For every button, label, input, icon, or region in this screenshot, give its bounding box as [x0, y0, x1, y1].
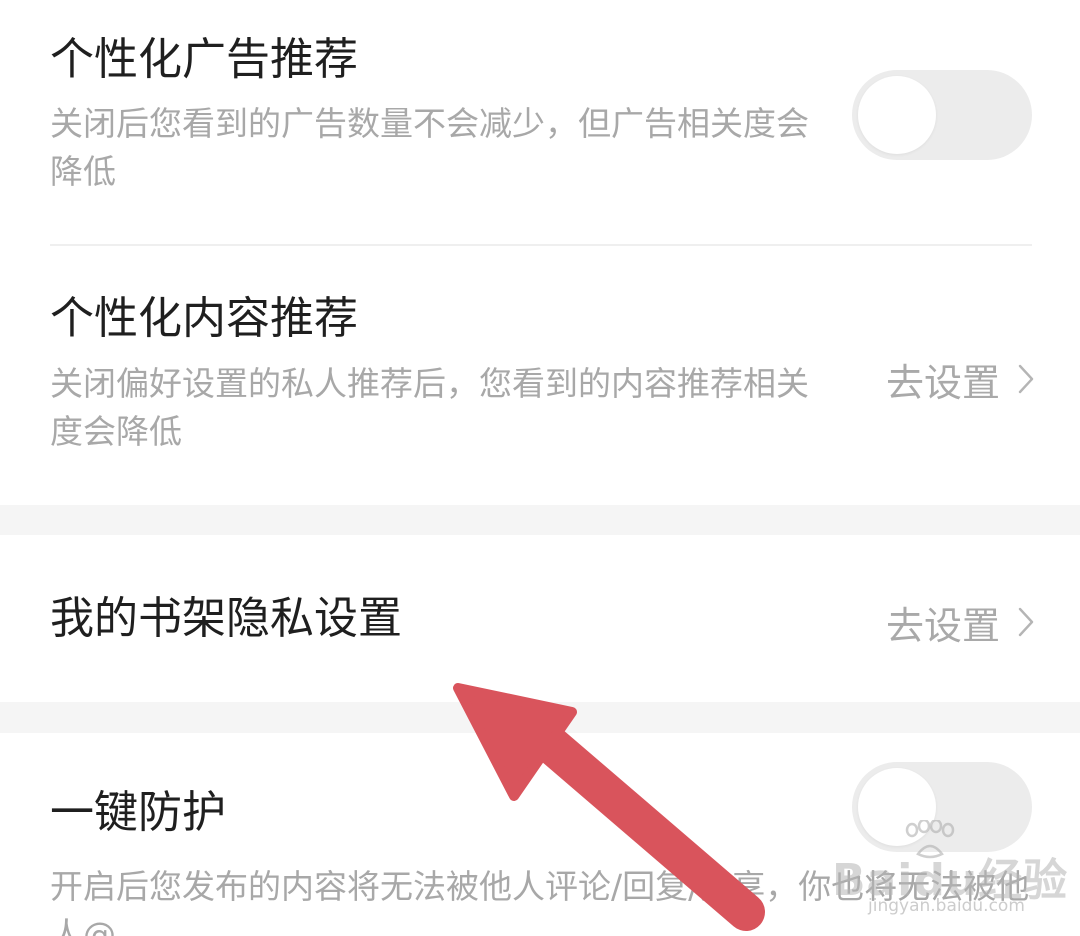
ad-recommendation-title: 个性化广告推荐 — [50, 34, 358, 85]
chevron-right-icon — [1018, 364, 1034, 394]
recommendation-settings-card: 个性化广告推荐 关闭后您看到的广告数量不会减少，但广告相关度会降低 个性化内容推… — [0, 0, 1080, 505]
divider — [50, 244, 1032, 246]
ad-recommendation-toggle[interactable] — [852, 70, 1032, 160]
content-recommendation-goto-settings[interactable]: 去设置 — [886, 355, 1034, 405]
bookshelf-privacy-goto-settings[interactable]: 去设置 — [886, 598, 1034, 648]
one-key-protection-title: 一键防护 — [50, 787, 226, 838]
content-recommendation-title: 个性化内容推荐 — [50, 293, 358, 344]
goto-settings-label: 去设置 — [885, 603, 1000, 648]
ad-recommendation-description: 关闭后您看到的广告数量不会减少，但广告相关度会降低 — [50, 104, 809, 191]
watermark-url: jingyan.baidu.com — [868, 896, 1025, 916]
bookshelf-privacy-title: 我的书架隐私设置 — [50, 593, 402, 644]
baidu-jingyan-watermark: Baidu经验 jingyan.baidu.com — [820, 820, 1067, 916]
bookshelf-privacy-row[interactable]: 我的书架隐私设置 去设置 — [0, 535, 1080, 702]
privacy-settings-page: 个性化广告推荐 关闭后您看到的广告数量不会减少，但广告相关度会降低 个性化内容推… — [0, 0, 1080, 936]
chevron-right-icon — [1018, 607, 1034, 637]
toggle-knob — [858, 76, 936, 154]
content-recommendation-description: 关闭偏好设置的私人推荐后，您看到的内容推荐相关度会降低 — [50, 364, 809, 451]
goto-settings-label: 去设置 — [885, 360, 1000, 405]
